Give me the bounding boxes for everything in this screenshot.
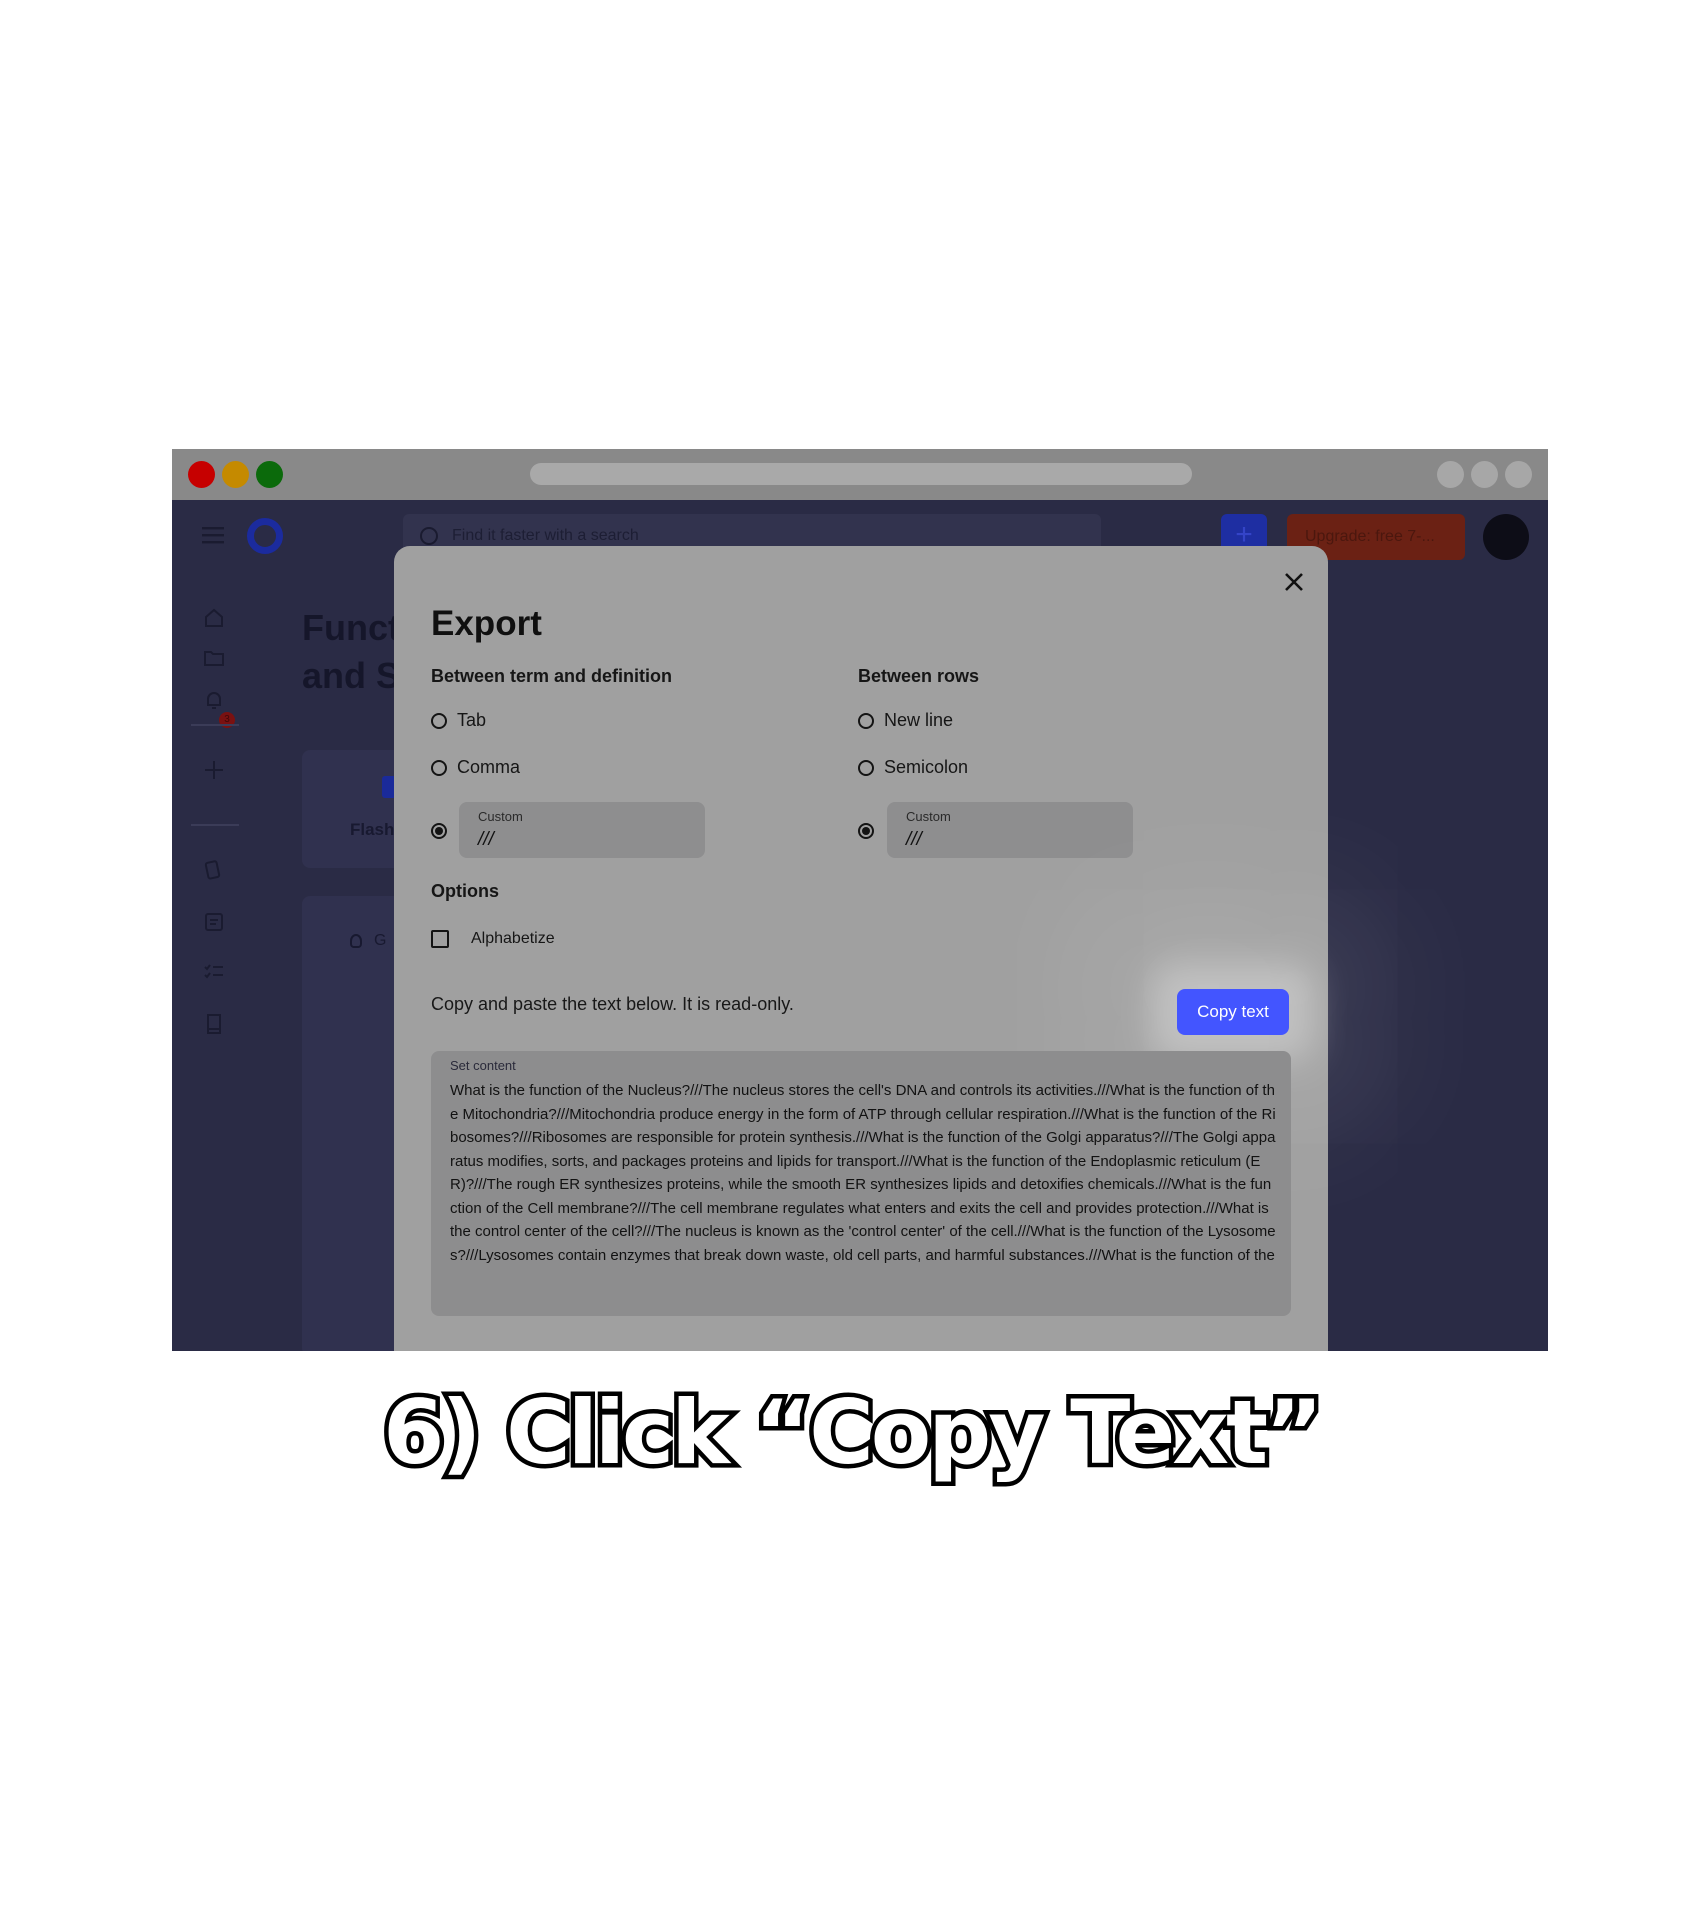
- hamburger-menu-icon[interactable]: [202, 526, 224, 544]
- radio-button[interactable]: [858, 712, 874, 729]
- radio-button[interactable]: [431, 759, 447, 776]
- home-icon[interactable]: [202, 606, 226, 630]
- alphabetize-checkbox[interactable]: [431, 930, 449, 948]
- minimize-window-button[interactable]: [222, 461, 249, 488]
- flashcards-icon[interactable]: [202, 858, 226, 882]
- notes-icon[interactable]: [202, 910, 226, 934]
- step-caption: 6) Click “Copy Text”: [379, 1377, 1328, 1489]
- checklist-icon[interactable]: [202, 960, 226, 984]
- avatar[interactable]: [1483, 514, 1529, 560]
- term-separator-heading: Between term and definition: [431, 666, 673, 686]
- search-icon: [420, 527, 438, 545]
- radio-button[interactable]: [431, 712, 447, 729]
- content-card-label: G: [374, 932, 387, 949]
- dialog-title: Export: [431, 604, 542, 643]
- custom-field-value: ///: [478, 829, 494, 850]
- custom-field-label: Custom: [906, 809, 951, 824]
- sidebar-divider: [191, 824, 239, 826]
- page-title: Funct and S: [302, 604, 400, 700]
- term-option-comma[interactable]: Comma: [431, 757, 520, 778]
- bell-icon[interactable]: [202, 688, 226, 712]
- custom-field-label: Custom: [478, 809, 523, 824]
- app-logo[interactable]: [247, 518, 283, 554]
- app-background: Find it faster with a search + Upgrade: …: [172, 500, 1548, 1351]
- set-content-textarea[interactable]: Set content What is the function of the …: [431, 1051, 1291, 1316]
- radio-button-selected[interactable]: [858, 823, 874, 839]
- address-bar[interactable]: [530, 463, 1192, 485]
- row-separator-heading: Between rows: [858, 666, 980, 686]
- browser-control-dot: [1437, 461, 1464, 488]
- folder-icon[interactable]: [202, 646, 226, 670]
- browser-control-dot: [1505, 461, 1532, 488]
- row-option-new-line[interactable]: New line: [858, 710, 953, 731]
- radio-label: Comma: [457, 757, 521, 777]
- radio-label: Tab: [457, 710, 487, 730]
- alphabetize-label: Alphabetize: [471, 930, 555, 947]
- browser-title-bar: [172, 449, 1548, 500]
- export-dialog: Export Between term and definition Betwe…: [394, 546, 1328, 1351]
- set-content-label: Set content: [450, 1058, 516, 1073]
- set-content-text: What is the function of the Nucleus?///T…: [450, 1082, 1276, 1264]
- close-icon[interactable]: [1282, 570, 1306, 594]
- options-heading: Options: [431, 881, 499, 901]
- term-option-custom[interactable]: [431, 823, 447, 839]
- close-window-button[interactable]: [188, 461, 215, 488]
- search-placeholder: Find it faster with a search: [452, 527, 639, 544]
- page-title-line2: and S: [302, 655, 401, 696]
- browser-control-dot: [1471, 461, 1498, 488]
- page-title-line1: Funct: [302, 607, 400, 648]
- copy-text-button[interactable]: Copy text: [1177, 989, 1289, 1035]
- row-custom-input[interactable]: Custom ///: [887, 802, 1133, 858]
- row-option-semicolon[interactable]: Semicolon: [858, 757, 968, 778]
- radio-button[interactable]: [858, 759, 874, 776]
- book-icon[interactable]: [202, 1012, 226, 1036]
- lightbulb-icon: [350, 934, 362, 948]
- maximize-window-button[interactable]: [256, 461, 283, 488]
- term-custom-input[interactable]: Custom ///: [459, 802, 705, 858]
- flashcards-card-label: Flash: [350, 820, 395, 839]
- browser-window: Find it faster with a search + Upgrade: …: [172, 449, 1548, 1351]
- term-option-tab[interactable]: Tab: [431, 710, 486, 731]
- radio-button-selected[interactable]: [431, 823, 447, 839]
- custom-field-value: ///: [906, 829, 922, 850]
- row-option-custom[interactable]: [858, 823, 874, 839]
- radio-label: New line: [884, 710, 954, 730]
- radio-label: Semicolon: [884, 757, 969, 777]
- sidebar-divider: [191, 724, 239, 726]
- instructions-text: Copy and paste the text below. It is rea…: [431, 994, 794, 1014]
- plus-icon[interactable]: [202, 758, 226, 782]
